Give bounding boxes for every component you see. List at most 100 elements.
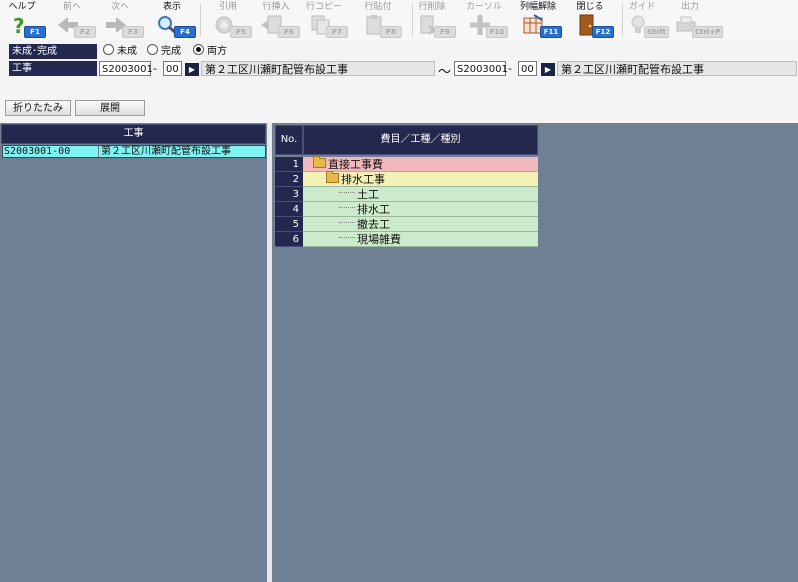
- folder-icon: [326, 171, 339, 183]
- radio-circle-icon: [103, 44, 114, 55]
- toolbar-button-row-insert[interactable]: 行挿入 F6: [254, 0, 300, 40]
- toolbar-button-guide-bulb[interactable]: ガイド Shift: [620, 0, 669, 40]
- function-key-badge: F10: [486, 26, 508, 38]
- toolbar-button-label: ガイド: [628, 2, 656, 12]
- toolbar-separator: [200, 4, 201, 36]
- radio-circle-icon: [147, 44, 158, 55]
- to-branch-input[interactable]: 00: [518, 61, 537, 76]
- function-key-badge: F2: [74, 26, 96, 38]
- toolbar-button-label: 表示: [162, 2, 181, 12]
- toolbar-button-label: 行コピー: [305, 2, 342, 12]
- from-name-field: 第２工区川瀬町配管布設工事: [201, 61, 435, 76]
- cell-divider: [98, 146, 99, 157]
- row-number[interactable]: 5: [275, 217, 303, 232]
- toolbar-button-label: 次へ: [110, 2, 129, 12]
- row-number[interactable]: 3: [275, 187, 303, 202]
- function-key-badge: F1: [24, 26, 46, 38]
- toolbar-button-quote[interactable]: 引用 F5: [206, 0, 252, 40]
- toolbar-button-close-door[interactable]: 閉じる F12: [568, 0, 614, 40]
- row-number[interactable]: 6: [275, 232, 303, 247]
- function-key-badge: F11: [540, 26, 562, 38]
- toolbar-button-output[interactable]: 出力 Ctrl+P: [668, 0, 724, 40]
- toolbar-button-help[interactable]: ヘルプ? F1: [0, 0, 46, 40]
- toolbar-button-label: 引用: [218, 2, 237, 12]
- function-key-badge: F6: [278, 26, 300, 38]
- toolbar-button-row-delete[interactable]: 行削除 F9: [410, 0, 456, 40]
- expand-button[interactable]: 展開: [75, 100, 145, 116]
- row-number[interactable]: 2: [275, 172, 303, 187]
- tree-connector: [339, 222, 355, 224]
- toolbar-button-row-paste[interactable]: 行貼付 F8: [356, 0, 402, 40]
- function-key-badge: F12: [592, 26, 614, 38]
- tree-row-label: 撤去工: [357, 218, 390, 231]
- toolbar-button-label: 前へ: [62, 2, 81, 12]
- radio-label: 両方: [207, 46, 227, 57]
- radio-label: 未成: [117, 46, 137, 57]
- tree-row-label: 土工: [357, 188, 379, 201]
- tree-row[interactable]: 土工: [303, 187, 538, 202]
- range-separator: ～: [438, 65, 452, 80]
- toolbar-button-label: 出力: [680, 2, 699, 12]
- toolbar-button-label: 閉じる: [576, 2, 604, 12]
- toolbar-button-cursor[interactable]: カーソル F10: [462, 0, 508, 40]
- toolbar-separator: [412, 4, 413, 36]
- tree-row[interactable]: 現場雑費: [303, 232, 538, 247]
- tree-row[interactable]: 排水工事: [303, 171, 538, 187]
- row-number[interactable]: 1: [275, 157, 303, 172]
- radio-finished[interactable]: 完成: [147, 44, 181, 58]
- name-column-header[interactable]: 費目／工種／種別: [303, 125, 538, 155]
- tree-row-label: 排水工: [357, 203, 390, 216]
- code-dash: -: [508, 62, 512, 75]
- function-key-badge: Ctrl+P: [692, 26, 724, 38]
- tree-row[interactable]: 撤去工: [303, 217, 538, 232]
- tree-row-label: 直接工事費: [328, 158, 383, 171]
- tree-row[interactable]: 排水工: [303, 202, 538, 217]
- toolbar-button-search[interactable]: 表示 F4: [150, 0, 196, 40]
- toolbar-button-row-copy[interactable]: 行コピー F7: [302, 0, 348, 40]
- from-branch-input[interactable]: 00: [163, 61, 182, 76]
- function-key-badge: Shift: [644, 26, 669, 38]
- tree-connector: [339, 207, 355, 209]
- tree-row[interactable]: 直接工事費: [303, 156, 538, 172]
- tree-row-label: 排水工事: [341, 173, 385, 186]
- collapse-button[interactable]: 折りたたみ: [5, 100, 71, 116]
- toolbar-button-label: 列幅解除: [519, 2, 556, 12]
- status-label: 未成･完成: [9, 44, 97, 59]
- function-key-badge: F4: [174, 26, 196, 38]
- project-list-panel: [0, 123, 267, 582]
- project-name: 第２工区川瀬町配管布設工事: [101, 146, 231, 157]
- to-name-field: 第２工区川瀬町配管布設工事: [557, 61, 797, 76]
- row-number[interactable]: 4: [275, 202, 303, 217]
- radio-selected-icon: [193, 44, 204, 55]
- from-code-input[interactable]: S2003001: [99, 61, 153, 76]
- function-key-badge: F5: [230, 26, 252, 38]
- radio-both[interactable]: 両方: [193, 44, 227, 58]
- project-row[interactable]: S2003001-00 第２工区川瀬町配管布設工事: [2, 145, 266, 158]
- tree-connector: [339, 192, 355, 194]
- project-label: 工事: [9, 61, 97, 76]
- toolbar-button-arrow-right[interactable]: 次へ F3: [98, 0, 144, 40]
- folder-icon: [313, 156, 326, 168]
- tree-connector: [339, 237, 355, 239]
- toolbar-button-label: カーソル: [465, 2, 502, 12]
- to-lookup-button[interactable]: ▶: [541, 63, 555, 76]
- function-key-badge: F7: [326, 26, 348, 38]
- svg-text:?: ?: [13, 14, 25, 36]
- function-key-badge: F3: [122, 26, 144, 38]
- function-key-badge: F9: [434, 26, 456, 38]
- project-column-header[interactable]: 工事: [1, 124, 266, 144]
- radio-unfinished[interactable]: 未成: [103, 44, 137, 58]
- toolbar-button-arrow-left[interactable]: 前へ F2: [50, 0, 96, 40]
- toolbar-button-label: 行挿入: [262, 2, 290, 12]
- code-dash: -: [153, 62, 157, 75]
- function-key-badge: F8: [380, 26, 402, 38]
- radio-label: 完成: [161, 46, 181, 57]
- toolbar-button-column-width[interactable]: 列幅解除 F11: [516, 0, 562, 40]
- to-code-input[interactable]: S2003001: [454, 61, 508, 76]
- toolbar: ヘルプ? F1 前へ F2 次へ F3 表示 F4 引用 F5 行挿入 F6 行コピー F7 行貼付 F8 行削…: [0, 0, 798, 40]
- no-column-header[interactable]: No.: [275, 125, 303, 155]
- from-lookup-button[interactable]: ▶: [185, 63, 199, 76]
- tree-row-label: 現場雑費: [357, 233, 401, 246]
- toolbar-button-label: 行貼付: [364, 2, 392, 12]
- project-code: S2003001-00: [4, 146, 71, 157]
